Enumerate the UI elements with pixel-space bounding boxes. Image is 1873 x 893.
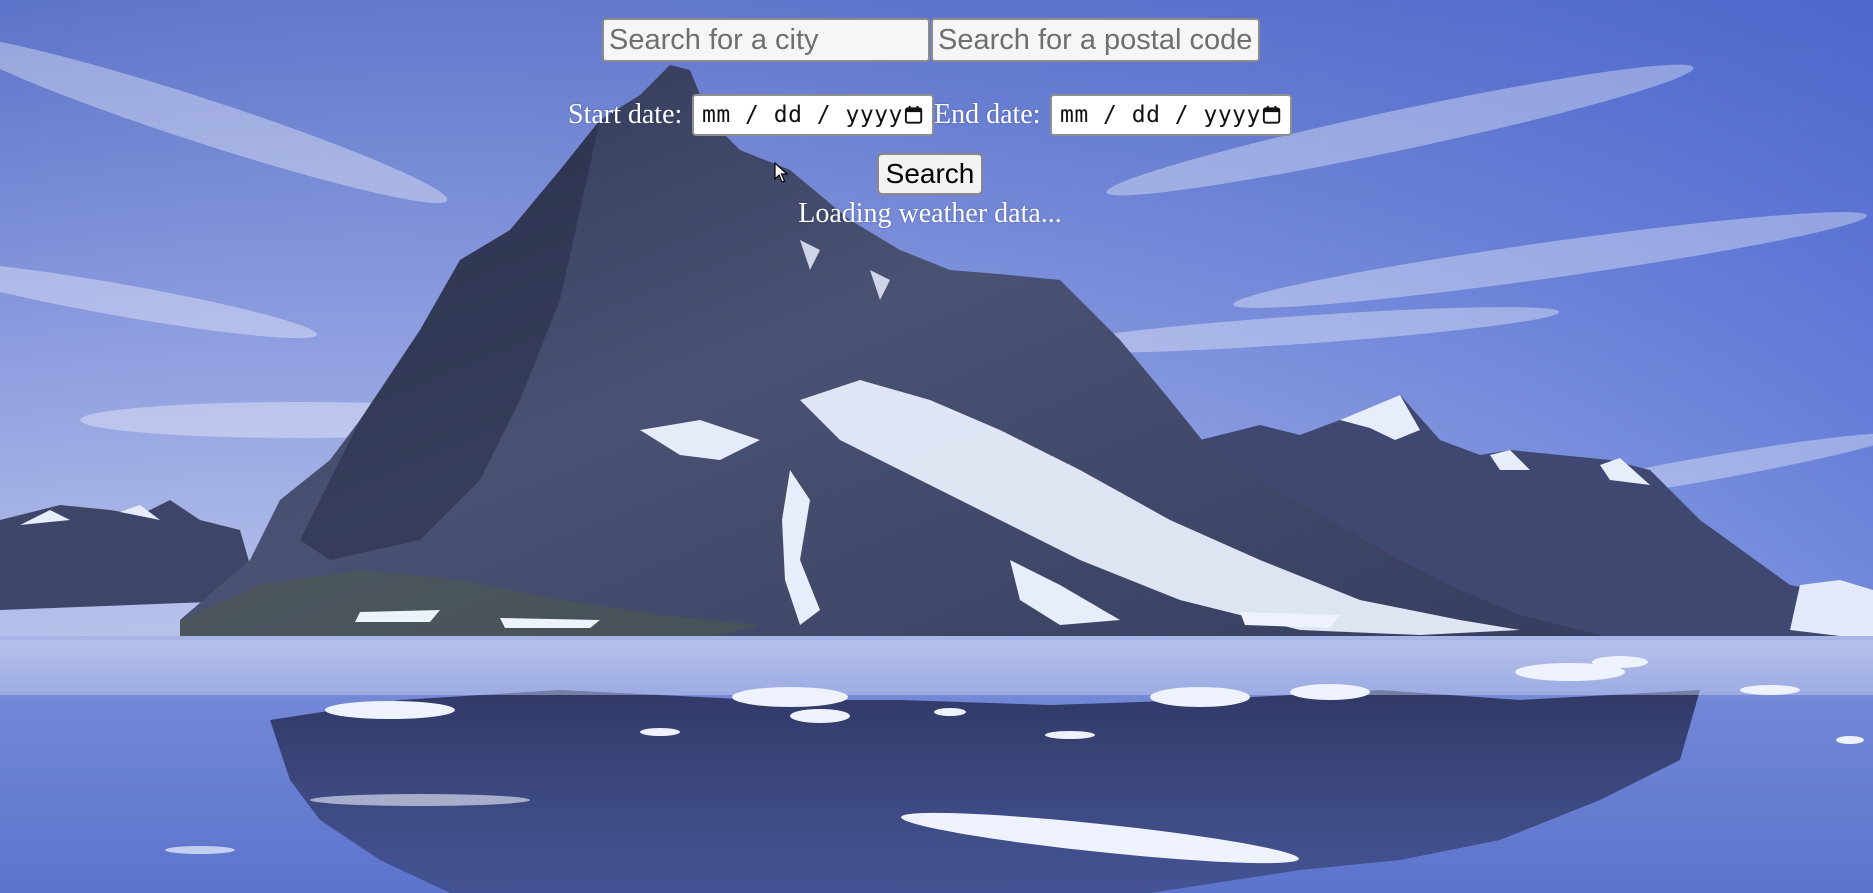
- start-date-input[interactable]: mm / dd / yyyy: [692, 94, 934, 136]
- end-date-label: End date:: [934, 99, 1041, 130]
- calendar-icon[interactable]: [903, 104, 924, 126]
- loading-status-message: Loading weather data...: [798, 198, 1062, 229]
- start-date-label: Start date:: [568, 99, 683, 130]
- start-date-value: mm / dd / yyyy: [702, 102, 903, 128]
- search-button[interactable]: Search: [877, 153, 983, 195]
- mouse-cursor-icon: [774, 162, 789, 183]
- weather-app-page: Start date: mm / dd / yyyy End date: mm …: [0, 0, 1873, 893]
- postal-code-search-input[interactable]: [931, 18, 1260, 62]
- end-date-value: mm / dd / yyyy: [1060, 102, 1261, 128]
- weather-search-controls: Start date: mm / dd / yyyy End date: mm …: [0, 0, 1873, 240]
- city-search-input[interactable]: [602, 18, 930, 62]
- calendar-icon[interactable]: [1261, 104, 1282, 126]
- end-date-input[interactable]: mm / dd / yyyy: [1050, 94, 1292, 136]
